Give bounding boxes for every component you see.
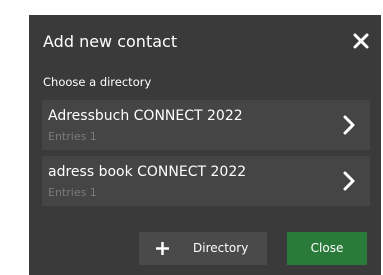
- close-button[interactable]: Close: [287, 232, 367, 265]
- add-directory-label: Directory: [193, 241, 249, 255]
- add-contact-dialog: Add new contact Choose a directory Adres…: [29, 15, 381, 275]
- close-button-label: Close: [310, 241, 344, 255]
- directory-name: Adressbuch CONNECT 2022: [48, 108, 243, 124]
- directory-item-adressbuch[interactable]: Adressbuch CONNECT 2022 Entries 1: [42, 100, 370, 150]
- choose-directory-label: Choose a directory: [43, 75, 152, 89]
- directory-entries: Entries 1: [48, 186, 97, 199]
- dialog-title: Add new contact: [43, 32, 178, 51]
- close-icon[interactable]: [351, 31, 371, 51]
- add-directory-button[interactable]: Directory: [139, 232, 267, 265]
- chevron-right-icon: [342, 114, 356, 136]
- directory-name: adress book CONNECT 2022: [48, 164, 247, 180]
- directory-entries: Entries 1: [48, 130, 97, 143]
- chevron-right-icon: [342, 170, 356, 192]
- directory-item-adress-book[interactable]: adress book CONNECT 2022 Entries 1: [42, 156, 370, 206]
- plus-icon: [155, 241, 170, 256]
